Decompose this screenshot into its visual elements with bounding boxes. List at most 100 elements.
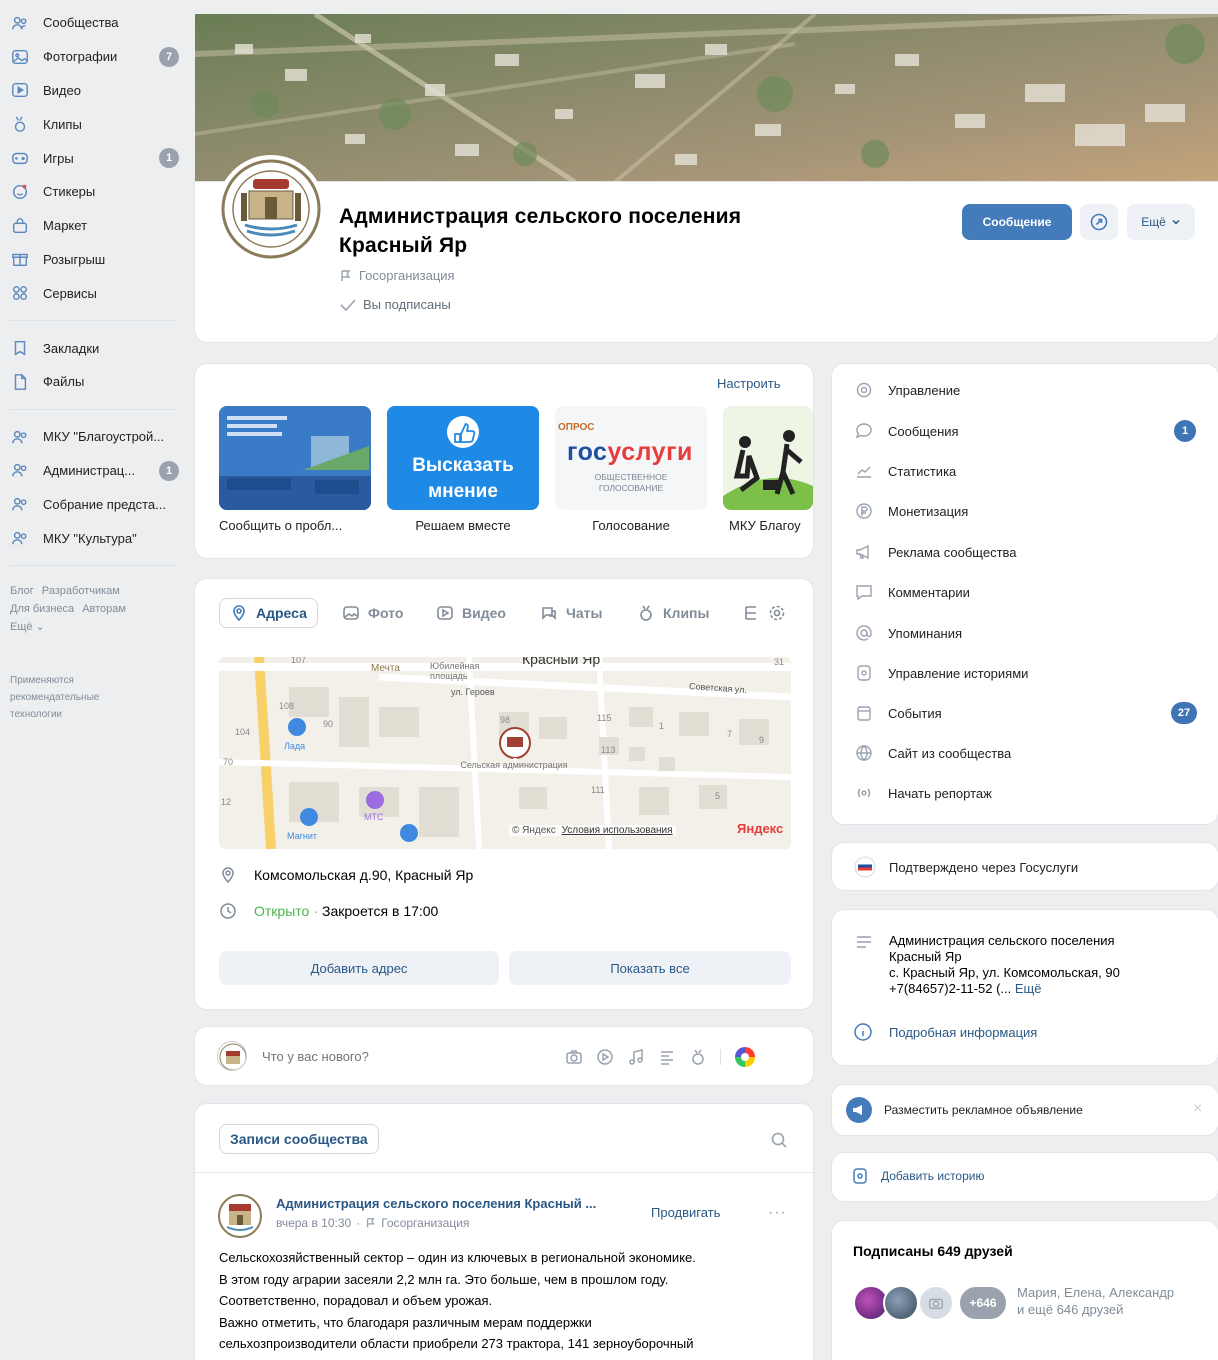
friends-names[interactable]: Мария, Елена, Александр и ещё 646 друзей [1017, 1284, 1174, 1318]
add-address-button[interactable]: Добавить адрес [219, 951, 499, 985]
menu-broadcast[interactable]: Начать репортаж [853, 781, 992, 805]
tab-settings[interactable] [768, 598, 794, 628]
map[interactable]: Красный Яр Юбилейная площадь Мечта ул. Г… [219, 657, 791, 849]
friend-avatar[interactable] [883, 1285, 919, 1321]
friends-title[interactable]: Подписаны 649 друзей [853, 1243, 1013, 1259]
nav-clips[interactable]: Клипы [0, 107, 190, 141]
hours-row[interactable]: Открыто · Закроется в 17:00 [219, 902, 438, 920]
footer-link-authors[interactable]: Авторам [82, 603, 126, 615]
composer-avatar [217, 1041, 247, 1071]
stats-icon [853, 460, 875, 482]
nav-communities[interactable]: Сообщества [0, 6, 190, 40]
nav-group-administration[interactable]: Администрац... 1 [0, 454, 190, 488]
more-button[interactable]: Ещё [1127, 204, 1195, 240]
group-icon [10, 528, 30, 548]
subscribed-status[interactable]: Вы подписаны [339, 297, 451, 312]
recommendation-note[interactable]: Применяются рекомендательные технологии [0, 636, 150, 723]
menu-events[interactable]: События [853, 701, 942, 725]
widget-tile-report-problem[interactable] [219, 406, 371, 510]
widget-tile-voting[interactable]: ОПРОС госуслуги ОБЩЕСТВЕННОЕ ГОЛОСОВАНИЕ [555, 406, 707, 510]
wall-filter-tab[interactable]: Записи сообщества [219, 1124, 379, 1154]
post-author-avatar[interactable] [217, 1193, 263, 1239]
place-ad-row[interactable]: Разместить рекламное объявление [846, 1097, 1083, 1123]
nav-services[interactable]: Сервисы [0, 276, 190, 310]
show-all-button[interactable]: Показать все [509, 951, 791, 985]
speak-up-text: Высказать мнение [412, 455, 514, 502]
gear-icon [853, 379, 875, 401]
color-wheel-icon[interactable] [734, 1046, 756, 1068]
address-row[interactable]: Комсомольская д.90, Красный Яр [219, 866, 473, 884]
article-icon[interactable] [658, 1048, 676, 1066]
add-story-button[interactable]: Добавить историю [851, 1167, 984, 1185]
map-terms-link[interactable]: Условия использования [562, 825, 673, 836]
nav-photos[interactable]: Фотографии 7 [0, 40, 190, 74]
footer-link-blog[interactable]: Блог [10, 585, 34, 597]
promote-button[interactable]: Продвигать [651, 1205, 720, 1220]
menu-manage[interactable]: Управление [853, 378, 960, 402]
composer-actions [565, 1046, 756, 1068]
details-link[interactable]: Подробная информация [853, 1022, 1037, 1042]
menu-monetization[interactable]: Монетизация [853, 499, 968, 523]
whats-new-input[interactable] [262, 1045, 552, 1067]
group-avatar[interactable] [219, 157, 323, 261]
nav-giveaway[interactable]: Розыгрыш [0, 243, 190, 277]
footer-link-business[interactable]: Для бизнеса [10, 603, 74, 615]
tab-clips[interactable]: Клипы [637, 598, 709, 628]
map-copyright: © Яндекс Условия использования [509, 825, 676, 836]
menu-ads[interactable]: Реклама сообщества [853, 540, 1017, 564]
gosuslugi-logo: госуслуги [567, 438, 693, 466]
video-icon[interactable] [596, 1048, 614, 1066]
clip-icon[interactable] [689, 1048, 707, 1066]
widget-caption-mku[interactable]: МКУ Благоу [729, 518, 813, 533]
search-icon[interactable] [770, 1131, 788, 1149]
widget-caption-solve[interactable]: Решаем вместе [387, 518, 539, 533]
nav-video[interactable]: Видео [0, 74, 190, 108]
nav-files[interactable]: Файлы [0, 365, 190, 399]
nav-games[interactable]: Игры 1 [0, 141, 190, 175]
tab-video[interactable]: Видео [436, 598, 506, 628]
nav-bookmarks[interactable]: Закладки [0, 331, 190, 365]
post-time[interactable]: вчера в 10:30 [276, 1216, 351, 1230]
menu-messages[interactable]: Сообщения [853, 419, 959, 443]
configure-link[interactable]: Настроить [717, 376, 781, 391]
tab-chats[interactable]: Чаты [540, 598, 602, 628]
close-icon[interactable]: × [1193, 1100, 1202, 1118]
widget-tile-speak-up[interactable]: Высказать мнение [387, 406, 539, 510]
tab-more[interactable] [742, 598, 768, 628]
divider [195, 1172, 813, 1173]
menu-site[interactable]: Сайт из сообщества [853, 741, 1011, 765]
nav-group-sobranie[interactable]: Собрание предста... [0, 487, 190, 521]
widget-caption-voting[interactable]: Голосование [555, 518, 707, 533]
gosuslugi-icon [854, 856, 876, 878]
stickers-icon [10, 182, 30, 202]
group-count-badge: 1 [159, 460, 179, 481]
group-icon [10, 427, 30, 447]
friend-avatar-placeholder[interactable] [918, 1285, 954, 1321]
nav-group-kultura[interactable]: МКУ "Культура" [0, 521, 190, 555]
nav-stickers[interactable]: Стикеры [0, 175, 190, 209]
events-icon [853, 702, 875, 724]
more-dots-icon[interactable]: ··· [768, 1204, 787, 1222]
message-button[interactable]: Сообщение [962, 204, 1072, 240]
footer-link-dev[interactable]: Разработчикам [42, 585, 120, 597]
nav-market[interactable]: Маркет [0, 209, 190, 243]
friends-more-count[interactable]: +646 [958, 1285, 1008, 1321]
menu-stories[interactable]: Управление историями [853, 661, 1028, 685]
verified-row[interactable]: Подтверждено через Госуслуги [853, 855, 1078, 879]
menu-comments[interactable]: Комментарии [853, 580, 970, 604]
tab-addresses[interactable]: Адреса [219, 598, 318, 628]
widget-caption-report[interactable]: Сообщить о пробл... [219, 518, 379, 533]
nav-group-blagoustroistvo[interactable]: МКУ "Благоустрой... [0, 420, 190, 454]
menu-mentions[interactable]: Упоминания [853, 621, 962, 645]
menu-stats[interactable]: Статистика [853, 459, 956, 483]
footer-link-more[interactable]: Ещё ⌄ [10, 621, 45, 633]
camera-icon[interactable] [565, 1048, 583, 1066]
share-button[interactable] [1080, 204, 1118, 240]
tab-photo[interactable]: Фото [342, 598, 403, 628]
post-author-name[interactable]: Администрация сельского поселения Красны… [276, 1196, 626, 1211]
games-count-badge: 1 [159, 148, 179, 169]
photos-icon [10, 47, 30, 67]
widget-tile-mku[interactable] [723, 406, 813, 510]
music-icon[interactable] [627, 1048, 645, 1066]
about-more-link[interactable]: Ещё [1015, 981, 1042, 996]
